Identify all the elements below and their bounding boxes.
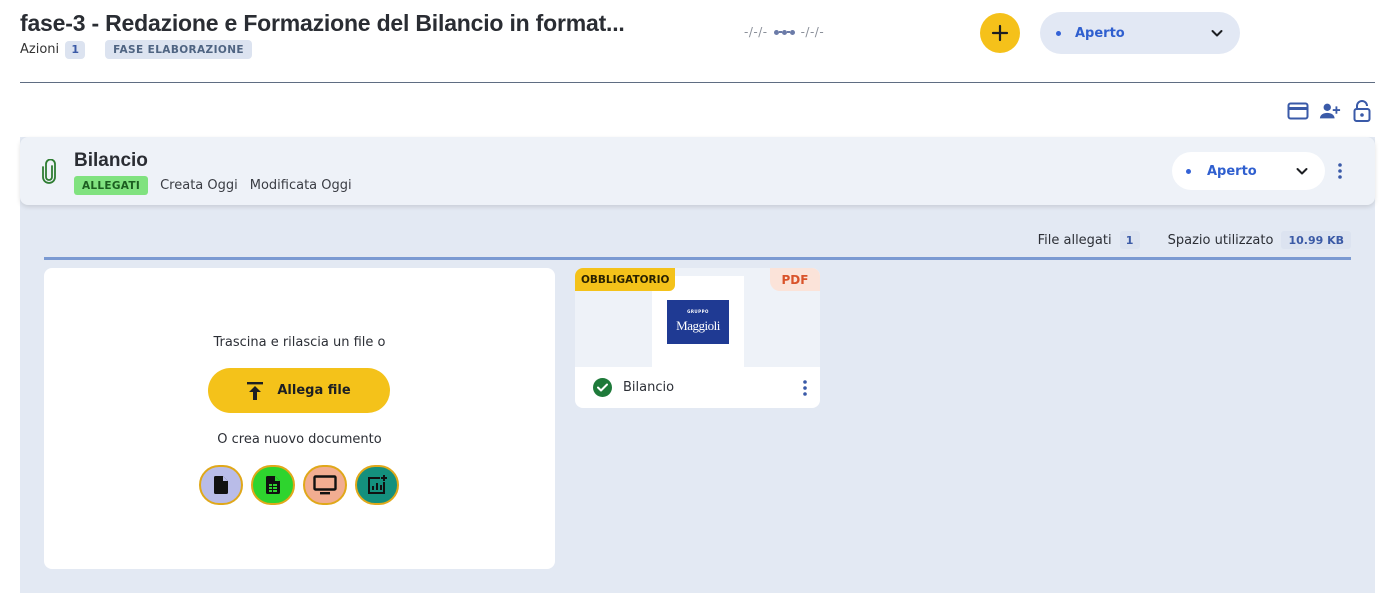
attach-file-label: Allega file [277,383,351,398]
new-spreadsheet-button[interactable] [251,465,295,505]
status-label: Aperto [1207,163,1257,179]
allegati-badge: ALLEGATI [74,176,149,195]
file-dropzone[interactable]: Trascina e rilascia un file o Allega fil… [44,268,555,569]
plus-icon [991,24,1009,42]
date-range: -/-/- -/-/- [744,25,824,39]
date-end: -/-/- [800,25,825,39]
new-chart-button[interactable] [355,465,399,505]
document-title: Bilancio [74,150,148,171]
page-title: fase-3 - Redazione e Formazione del Bila… [20,10,625,36]
actions-count-badge: 1 [65,40,86,59]
phase-badge: FASE ELABORAZIONE [105,40,252,59]
toolbar [1287,100,1373,122]
spreadsheet-icon [266,476,280,494]
attachment-stats: File allegati 1 Spazio utilizzato 10.99 … [1038,231,1351,249]
files-count-badge: 1 [1119,231,1140,249]
header-divider [20,82,1375,83]
file-footer: Bilancio [575,367,820,408]
status-dot [1186,168,1191,174]
file-type-badge: PDF [770,268,820,291]
presentation-icon [313,475,337,495]
created-label: Creata Oggi [160,178,238,193]
timeline-icon [773,29,795,35]
add-user-icon[interactable] [1319,100,1341,122]
files-label: File allegati [1037,232,1112,248]
chevron-down-icon [1296,168,1308,175]
stats-divider [44,257,1351,260]
new-document-buttons [199,465,399,505]
document-header-card: Bilancio ALLEGATI Creata Oggi Modificata… [20,137,1375,205]
new-document-button[interactable] [199,465,243,505]
check-icon [593,378,612,397]
space-label: Spazio utilizzato [1167,232,1274,248]
more-options-icon[interactable] [1330,161,1350,181]
file-name: Bilancio [623,380,675,395]
file-card[interactable]: GRUPPO Maggioli OBBLIGATORIO PDF Bilanci… [575,268,820,408]
document-panel: Bilancio ALLEGATI Creata Oggi Modificata… [20,137,1375,593]
new-presentation-button[interactable] [303,465,347,505]
document-icon [214,476,228,494]
status-dot [1056,30,1061,36]
status-label: Aperto [1075,25,1125,41]
actions-label[interactable]: Azioni [20,42,59,57]
add-button[interactable] [980,13,1020,53]
status-select[interactable]: Aperto [1040,12,1240,54]
actions-row: Azioni 1 FASE ELABORAZIONE [20,40,252,59]
create-text: O crea nuovo documento [217,432,382,447]
file-more-options-icon[interactable] [796,377,814,399]
drag-text: Trascina e rilascia un file o [213,335,386,350]
mandatory-badge: OBBLIGATORIO [575,268,676,291]
attach-file-button[interactable]: Allega file [208,368,390,413]
maggioli-logo: GRUPPO Maggioli [667,299,729,344]
logo-name-text: Maggioli [676,318,720,333]
modified-label: Modificata Oggi [249,178,352,193]
upload-icon [247,381,264,400]
document-meta: ALLEGATI Creata Oggi Modificata Oggi [74,176,352,195]
document-status-select[interactable]: Aperto [1172,152,1325,190]
chevron-down-icon [1211,30,1223,37]
lock-open-icon[interactable] [1351,100,1373,122]
paperclip-icon [42,158,56,189]
date-start: -/-/- [744,25,768,39]
chart-icon [368,475,387,494]
logo-group-text: GRUPPO [687,309,709,314]
credit-card-icon[interactable] [1287,100,1309,122]
space-value-badge: 10.99 KB [1281,231,1351,249]
